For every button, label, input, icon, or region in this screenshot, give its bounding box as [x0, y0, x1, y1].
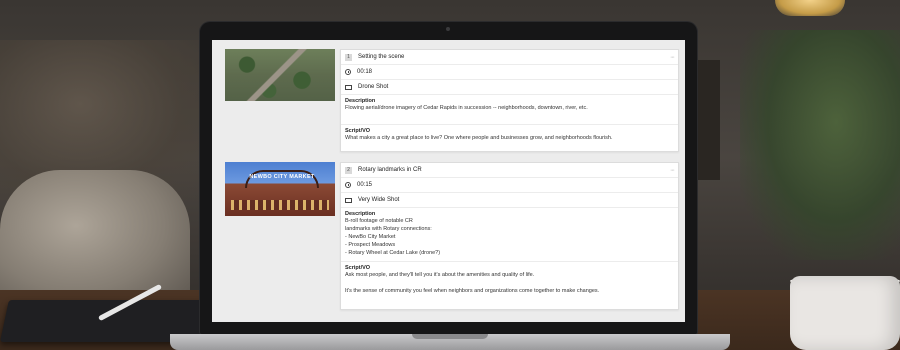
scene-2-title-row[interactable]: 2 Rotary landmarks in CR ··· — [341, 163, 678, 178]
scene-2-shot-row[interactable]: Very Wide Shot — [341, 193, 678, 208]
scene-card-1[interactable]: 1 Setting the scene ··· 00:18 Drone Shot… — [340, 49, 679, 152]
scene-2-duration[interactable]: 00:15 — [357, 182, 372, 188]
market-sign-text: NEWBO CITY MARKET — [249, 174, 315, 180]
market-lights — [231, 200, 329, 210]
scene-2-script-line[interactable]: Ask most people, and they'll tell you it… — [345, 271, 674, 279]
scene-2-shot-type[interactable]: Very Wide Shot — [358, 197, 399, 203]
scene-1-number: 1 — [345, 53, 352, 61]
scene-1-script[interactable]: Script/VO What makes a city a great plac… — [341, 125, 678, 142]
camera-icon — [345, 197, 352, 203]
scene-2-script[interactable]: Script/VO Ask most people, and they'll t… — [341, 262, 678, 295]
market-sign: NEWBO CITY MARKET — [245, 170, 319, 188]
scene-1-script-text[interactable]: What makes a city a great place to live?… — [345, 134, 674, 142]
scene-1-shot-row[interactable]: Drone Shot — [341, 80, 678, 95]
webcam-icon — [446, 27, 450, 31]
scene-2-description-line[interactable]: - Prospect Meadows — [345, 241, 674, 249]
scene-2-description[interactable]: Description B-roll footage of notable CR… — [341, 208, 678, 257]
scene-2-duration-row[interactable]: 00:15 — [341, 178, 678, 193]
camera-icon — [345, 84, 352, 90]
scene-card-2[interactable]: 2 Rotary landmarks in CR ··· 00:15 Very … — [340, 162, 679, 310]
scene-1-duration[interactable]: 00:18 — [357, 69, 372, 75]
scene-1-title[interactable]: Setting the scene — [358, 54, 404, 60]
coffee-mug — [790, 276, 900, 350]
scene-1-description[interactable]: Description Flowing aerial/drone imagery… — [341, 95, 678, 112]
scene-2-script-line — [345, 279, 674, 287]
scene-1-description-text[interactable]: Flowing aerial/drone imagery of Cedar Ra… — [345, 104, 674, 112]
background-lamp — [775, 0, 845, 16]
scene-2-number: 2 — [345, 166, 352, 174]
scene-2-description-line[interactable]: landmarks with Rotary connections: — [345, 225, 674, 233]
background-chair — [0, 170, 190, 310]
more-icon[interactable]: ··· — [670, 54, 675, 61]
scene-1-title-row[interactable]: 1 Setting the scene ··· — [341, 50, 678, 65]
scene-1-shot-type[interactable]: Drone Shot — [358, 84, 388, 90]
storyboard-screen: 1 Setting the scene ··· 00:18 Drone Shot… — [212, 40, 685, 322]
clock-icon — [345, 69, 351, 75]
background-plant — [740, 30, 900, 260]
more-icon[interactable]: ··· — [670, 167, 675, 174]
scene-2-description-line[interactable]: - NewBo City Market — [345, 233, 674, 241]
scene-2-thumbnail[interactable]: NEWBO CITY MARKET — [225, 162, 335, 216]
scene-2-description-line[interactable]: B-roll footage of notable CR — [345, 217, 674, 225]
scene-2-title[interactable]: Rotary landmarks in CR — [358, 167, 422, 173]
laptop-notch — [412, 334, 488, 339]
scene-2-script-line[interactable]: It's the sense of community you feel whe… — [345, 287, 674, 295]
clock-icon — [345, 182, 351, 188]
scene-1-thumbnail[interactable] — [225, 49, 335, 101]
scene-1-duration-row[interactable]: 00:18 — [341, 65, 678, 80]
scene-2-description-line[interactable]: - Rotary Wheel at Cedar Lake (drone?) — [345, 249, 674, 257]
